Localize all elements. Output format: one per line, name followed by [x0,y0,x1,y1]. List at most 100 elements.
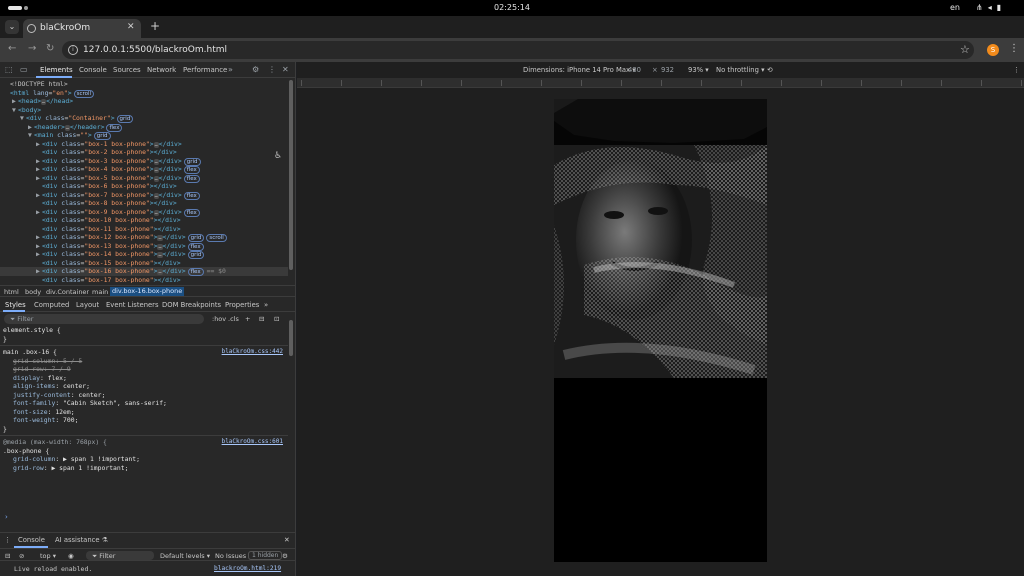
inspect-element-icon[interactable]: ⬚ [5,65,13,74]
emulated-page[interactable] [554,99,767,562]
elements-tree[interactable]: <!DOCTYPE html> <html lang="en"> scroll ▶ <h… [0,79,288,283]
rotate-icon[interactable]: ⟲ [767,66,773,74]
rule-close[interactable]: } [3,335,287,344]
issues-count[interactable]: No Issues [215,552,246,560]
address-bar[interactable]: i 127.0.0.1:5500/blackroOm.html ☆ [62,41,974,59]
breadcrumb-container[interactable]: div.Container [46,288,89,296]
css-property[interactable]: grid-row: 7 / 9 [3,365,287,374]
computed-sidebar-icon[interactable]: ⊡ [274,315,279,323]
close-drawer-icon[interactable]: ✕ [284,536,290,544]
tab-network[interactable]: Network [147,66,176,74]
back-arrow-icon[interactable]: ← [8,43,16,55]
site-info-icon[interactable]: i [68,45,78,55]
dom-node[interactable]: <div class="box-8 box-phone"></div> [0,199,288,208]
dom-node[interactable]: <div class="box-17 box-phone"></div> [0,276,288,284]
tab-sources[interactable]: Sources [113,66,141,74]
tab-dom-breakpoints[interactable]: DOM Breakpoints [162,301,221,309]
css-property[interactable]: justify-content: center; [3,391,287,400]
css-property[interactable]: align-items: center; [3,382,287,391]
tab-styles[interactable]: Styles [5,301,26,309]
css-property[interactable]: grid-column: ▶ span 1 !important; [3,455,287,464]
new-rule-icon[interactable]: + [245,315,250,323]
styles-scrollbar[interactable] [289,320,293,356]
browser-menu-icon[interactable]: ⋮ [1009,43,1019,54]
more-tabs-icon[interactable]: » [228,65,233,74]
accessibility-icon[interactable]: ♿ [274,151,282,161]
dom-node[interactable]: ▶ <div class="box-1 box-phone">…</div> [0,140,288,149]
css-property[interactable]: font-weight: 700; [3,416,287,425]
tab-layout[interactable]: Layout [76,301,99,309]
dom-node[interactable]: ▶ <div class="box-13 box-phone">…</div> fl… [0,242,288,251]
style-rule-selector[interactable]: main .box-16 {blaCkroOm.css:442 [3,348,287,357]
style-rule-selector[interactable]: .box-phone { [3,447,287,456]
dom-node[interactable]: ▼ <div class="Container"> grid [0,114,288,123]
profile-avatar[interactable]: S [987,44,999,56]
dom-node[interactable]: ▶ <div class="box-3 box-phone">…</div> gri… [0,157,288,166]
bookmark-star-icon[interactable]: ☆ [960,43,970,56]
dom-node[interactable]: <div class="box-15 box-phone"></div> [0,259,288,268]
url-text[interactable]: 127.0.0.1:5500/blackroOm.html [83,45,227,55]
dom-node[interactable]: ▶ <head>…</head> [0,97,288,106]
tab-computed[interactable]: Computed [34,301,69,309]
breadcrumb-html[interactable]: html [4,288,19,296]
drawer-menu-icon[interactable]: ⋮ [4,536,11,544]
elements-scrollbar[interactable] [289,80,293,270]
dom-node[interactable]: <div class="box-6 box-phone"></div> [0,182,288,191]
device-width-input[interactable]: 430 [628,66,641,74]
device-dropdown[interactable]: Dimensions: iPhone 14 Pro Max ▾ [523,66,636,74]
css-property[interactable]: display: flex; [3,374,287,383]
forward-arrow-icon[interactable]: → [28,43,36,55]
reload-icon[interactable]: ↻ [46,43,54,55]
devtools-menu-icon[interactable]: ⋮ [268,65,276,74]
dom-node[interactable]: ▶ <div class="box-7 box-phone">…</div> fle… [0,191,288,200]
dom-node[interactable]: ▶ <div class="box-5 box-phone">…</div> fle… [0,174,288,183]
rule-close[interactable]: } [3,425,287,434]
tab-console[interactable]: Console [79,66,107,74]
dom-node[interactable]: ▶ <div class="box-4 box-phone">…</div> fle… [0,165,288,174]
css-property[interactable]: font-family: "Cabin Sketch", sans-serif; [3,399,287,408]
log-levels-dropdown[interactable]: Default levels ▾ [160,552,210,560]
browser-tab[interactable]: blaCkroOm ✕ [23,19,141,38]
drawer-tab-console[interactable]: Console [18,536,45,544]
clear-console-icon[interactable]: ⊘ [19,552,24,560]
device-toggle-icon[interactable]: ▭ [20,65,28,74]
console-message-source[interactable]: blackroOm.html:219 [214,565,281,572]
dom-node[interactable]: <div class="box-11 box-phone"></div> [0,225,288,234]
throttling-dropdown[interactable]: No throttling ▾ [716,66,765,74]
close-tab-icon[interactable]: ✕ [127,22,135,32]
drawer-tab-ai-assistance[interactable]: AI assistance ⚗ [55,536,108,544]
device-height-input[interactable]: 932 [661,66,674,74]
css-property[interactable]: grid-row: ▶ span 1 !important; [3,464,287,473]
console-prompt-icon[interactable]: › [5,513,8,521]
tab-search-icon[interactable]: ⌄ [5,20,19,34]
media-query-ruler[interactable] [297,78,1024,88]
dom-node[interactable]: ▶ <div class="box-14 box-phone">…</div> gr… [0,250,288,259]
dom-node[interactable]: <html lang="en"> scroll [0,89,288,98]
tab-properties[interactable]: Properties [225,301,259,309]
system-tray-icons[interactable]: ⋔◂▮ [976,3,1006,12]
styles-filter-input[interactable] [4,314,204,324]
new-tab-icon[interactable]: + [150,20,160,32]
dom-node[interactable]: ▶ <header>…</header> flex [0,123,288,132]
media-query[interactable]: @media (max-width: 768px) {blaCkroOm.css… [3,438,287,447]
console-settings-icon[interactable]: ⚙ [282,552,288,560]
dom-node[interactable]: ▼ <body> [0,106,288,115]
element-style-rule[interactable]: element.style { [3,326,287,335]
breadcrumb-main[interactable]: main [92,288,108,296]
breadcrumb-body[interactable]: body [25,288,41,296]
css-property[interactable]: font-size: 12em; [3,408,287,417]
cls-toggle[interactable]: .cls [228,315,239,323]
zoom-dropdown[interactable]: 93% ▾ [688,66,709,74]
dom-node-selected[interactable]: ▶ <div class="box-16 box-phone">…</div> fl… [0,267,288,276]
eye-icon[interactable]: ◉ [68,552,74,560]
sidebar-toggle-icon[interactable]: ⊟ [5,552,10,560]
dom-node[interactable]: ▶ <div class="box-9 box-phone">…</div> fle… [0,208,288,217]
input-language[interactable]: en [950,3,960,12]
close-devtools-icon[interactable]: ✕ [282,65,289,74]
dom-node[interactable]: <!DOCTYPE html> [0,80,288,89]
settings-gear-icon[interactable]: ⚙ [252,65,259,74]
breadcrumb-selected[interactable]: div.box-16.box-phone [110,287,185,296]
tab-performance[interactable]: Performance [183,66,227,74]
dom-node[interactable]: <div class="box-10 box-phone"></div> [0,216,288,225]
hov-toggle[interactable]: :hov [212,315,226,323]
